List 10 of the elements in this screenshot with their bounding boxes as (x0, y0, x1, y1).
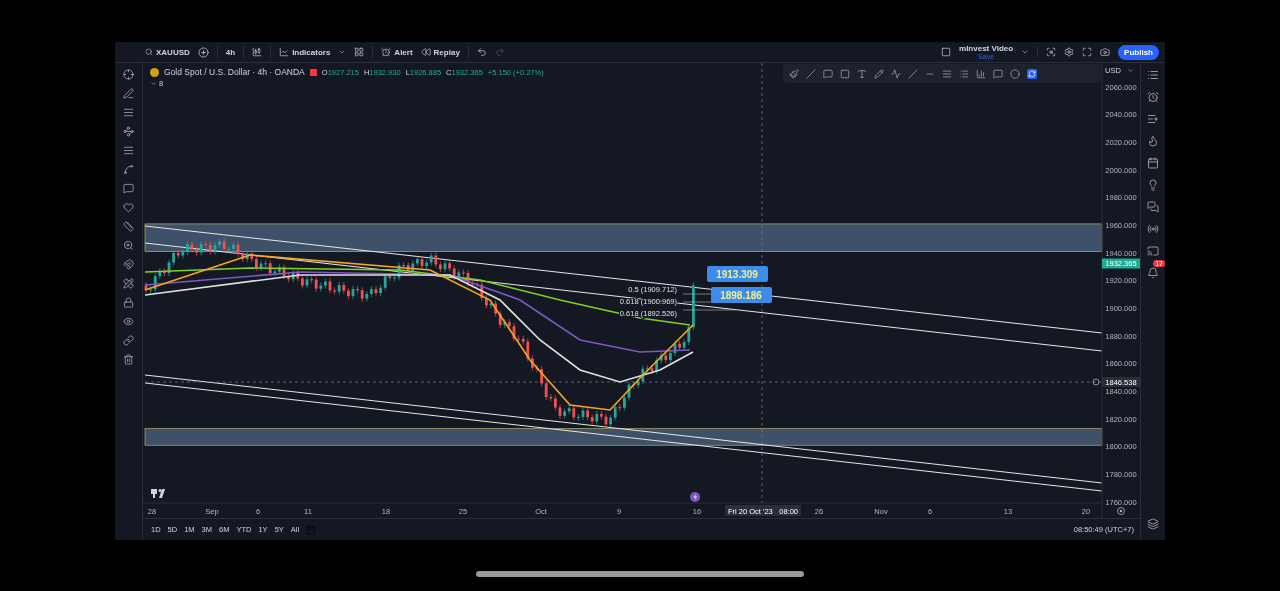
indicators-button[interactable]: Indicators (279, 47, 331, 57)
symbol-title: Gold Spot / U.S. Dollar · 4h · OANDA (164, 67, 305, 77)
alert-button[interactable]: Alert (381, 47, 413, 57)
layout-name[interactable]: mInvest Video (959, 44, 1014, 53)
replay-button[interactable]: Replay (420, 47, 460, 57)
interval-button[interactable]: 4h (225, 47, 236, 57)
price-callout: 1913.309 (707, 266, 768, 282)
symbol-search[interactable]: XAUUSD (145, 47, 190, 57)
price-callout: 1898.186 (711, 287, 772, 303)
publish-button[interactable]: Publish (1118, 44, 1159, 60)
